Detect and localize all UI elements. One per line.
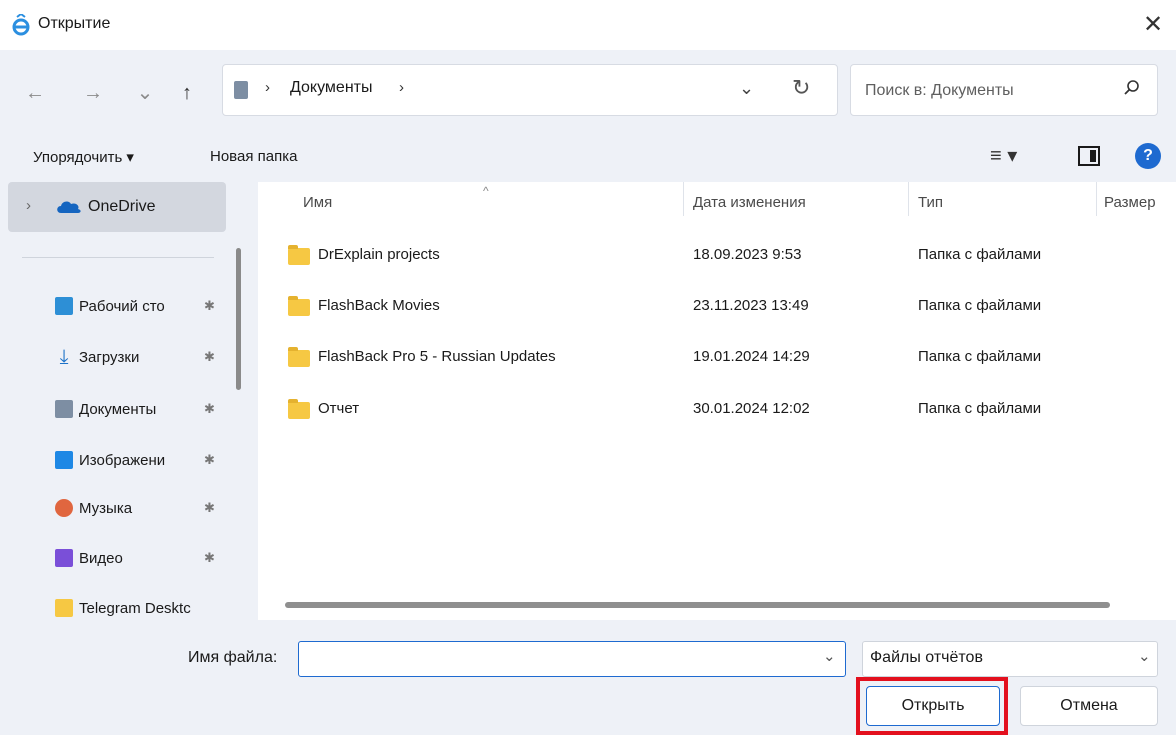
documents-icon: [55, 400, 73, 418]
file-name: FlashBack Pro 5 - Russian Updates: [318, 348, 556, 365]
sidebar-item-label: Рабочий сто: [79, 297, 165, 315]
file-name: FlashBack Movies: [318, 297, 440, 314]
column-header-name[interactable]: Имя: [303, 194, 332, 211]
column-header-modified[interactable]: Дата изменения: [693, 194, 806, 211]
sidebar-item-label: OneDrive: [88, 198, 156, 215]
onedrive-cloud-icon: [57, 201, 81, 213]
view-options-button[interactable]: ≡ ▾: [990, 143, 1017, 168]
horizontal-scrollbar[interactable]: [285, 602, 1110, 608]
filetype-value: Файлы отчётов: [870, 649, 983, 666]
sidebar-item-downloads[interactable]: ⤓ Загрузки: [55, 344, 225, 370]
sort-ascending-icon: ^: [483, 184, 489, 198]
file-type: Папка с файлами: [918, 400, 1042, 417]
expand-chevron-icon[interactable]: ›: [26, 197, 31, 214]
column-separator[interactable]: [908, 182, 909, 216]
pin-icon[interactable]: ✱: [204, 452, 215, 468]
video-icon: [55, 549, 73, 567]
sidebar-scrollbar[interactable]: [236, 248, 241, 390]
column-separator[interactable]: [683, 182, 684, 216]
download-arrow-icon: ⤓: [59, 346, 69, 368]
music-icon: [55, 499, 73, 517]
sidebar-item-music[interactable]: Музыка: [55, 495, 225, 521]
column-separator[interactable]: [1096, 182, 1097, 216]
sidebar-item-label: Видео: [79, 549, 123, 567]
app-logo-icon: [12, 14, 30, 36]
pin-icon[interactable]: ✱: [204, 349, 215, 365]
file-type: Папка с файлами: [918, 297, 1042, 314]
table-row[interactable]: FlashBack Pro 5 - Russian Updates 19.01.…: [288, 344, 1148, 370]
column-header-size[interactable]: Размер: [1104, 194, 1156, 211]
filename-dropdown-icon[interactable]: ⌄: [823, 647, 836, 665]
breadcrumb-chevron-icon[interactable]: ›: [399, 79, 404, 96]
sidebar-item-label: Изображени: [79, 451, 166, 469]
search-placeholder: Поиск в: Документы: [865, 82, 1014, 99]
table-row[interactable]: DrExplain projects 18.09.2023 9:53 Папка…: [288, 242, 1148, 268]
sidebar-item-label: Документы: [79, 400, 157, 418]
sidebar-item-documents[interactable]: Документы: [55, 396, 225, 422]
file-modified: 30.01.2024 12:02: [693, 400, 810, 417]
title-bar: [0, 0, 1176, 50]
sidebar-item-label: Музыка: [79, 499, 133, 517]
sidebar-item-videos[interactable]: Видео: [55, 545, 225, 571]
sidebar-item-label: Загрузки: [79, 348, 140, 366]
sidebar-item-telegram[interactable]: Telegram Desktc: [55, 595, 227, 621]
breadcrumb-documents[interactable]: Документы: [290, 79, 372, 97]
documents-icon: [234, 81, 248, 99]
search-icon[interactable]: [1122, 78, 1142, 98]
breadcrumb-chevron-icon[interactable]: ›: [265, 79, 270, 96]
desktop-icon: [55, 297, 73, 315]
preview-pane-icon[interactable]: [1078, 146, 1100, 166]
pin-icon[interactable]: ✱: [204, 550, 215, 566]
address-dropdown-button[interactable]: ⌄: [739, 78, 754, 99]
folder-icon: [55, 599, 73, 617]
file-type: Папка с файлами: [918, 348, 1042, 365]
back-button[interactable]: ←: [20, 80, 50, 106]
pin-icon[interactable]: ✱: [204, 500, 215, 516]
pin-icon[interactable]: ✱: [204, 298, 215, 314]
new-folder-button[interactable]: Новая папка: [210, 148, 297, 165]
table-row[interactable]: FlashBack Movies 23.11.2023 13:49 Папка …: [288, 293, 1148, 319]
help-button[interactable]: ?: [1135, 143, 1161, 169]
sidebar-divider: [22, 257, 214, 258]
cancel-button[interactable]: Отмена: [1020, 686, 1158, 726]
close-button[interactable]: ✕: [1136, 8, 1170, 42]
forward-button[interactable]: →: [78, 80, 108, 106]
folder-icon: [288, 295, 310, 316]
pictures-icon: [55, 451, 73, 469]
pin-icon[interactable]: ✱: [204, 401, 215, 417]
organize-button[interactable]: Упорядочить ▾: [33, 148, 134, 166]
up-button[interactable]: ↑: [172, 80, 202, 106]
refresh-button[interactable]: ↻: [792, 75, 810, 101]
sidebar-item-pictures[interactable]: Изображени: [55, 447, 225, 473]
file-modified: 23.11.2023 13:49: [693, 297, 809, 314]
sidebar-item-desktop[interactable]: Рабочий сто: [55, 293, 225, 319]
recent-locations-button[interactable]: ⌄: [130, 80, 160, 106]
open-button[interactable]: Открыть: [866, 686, 1000, 726]
file-name: Отчет: [318, 400, 360, 417]
file-name: DrExplain projects: [318, 246, 440, 263]
folder-icon: [288, 398, 310, 419]
folder-icon: [288, 346, 310, 367]
file-modified: 18.09.2023 9:53: [693, 246, 802, 263]
folder-icon: [288, 244, 310, 265]
filename-label: Имя файла:: [188, 649, 278, 666]
file-type: Папка с файлами: [918, 246, 1042, 263]
sidebar-item-label: Telegram Desktc: [79, 599, 191, 617]
filename-input[interactable]: [298, 641, 846, 677]
table-row[interactable]: Отчет 30.01.2024 12:02 Папка с файлами: [288, 396, 1148, 422]
file-modified: 19.01.2024 14:29: [693, 348, 810, 365]
column-header-type[interactable]: Тип: [918, 194, 943, 211]
filetype-dropdown-icon[interactable]: ⌄: [1138, 647, 1151, 665]
window-title: Открытие: [38, 15, 111, 32]
